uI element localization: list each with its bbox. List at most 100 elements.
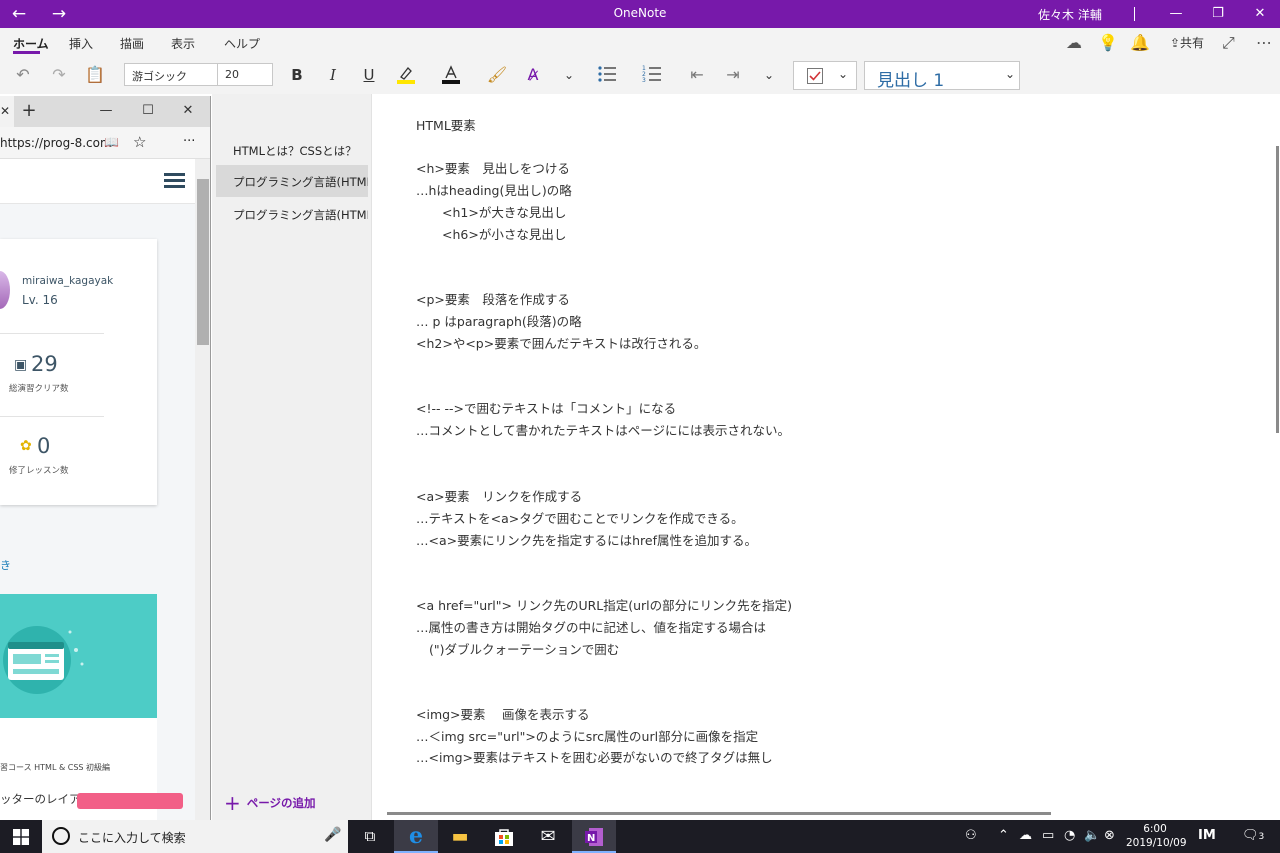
add-page-button[interactable]: + ページの追加 — [224, 788, 316, 815]
redo-icon[interactable]: ↷ — [48, 65, 70, 85]
page-item[interactable]: プログラミング言語(HTML... — [216, 198, 368, 230]
note-title[interactable]: HTML要素 — [416, 115, 476, 134]
microphone-icon[interactable]: 🎤 — [324, 827, 341, 843]
font-color-icon[interactable] — [440, 65, 462, 85]
note-line[interactable]: <p>要素 段落を作成する — [416, 289, 570, 308]
clipboard-icon[interactable]: 📋 — [84, 65, 106, 85]
font-size-field[interactable]: 20 — [218, 63, 273, 86]
onedrive-icon[interactable]: ☁ — [1019, 828, 1032, 843]
restore-button[interactable]: ❐ — [1198, 0, 1238, 28]
mail-icon[interactable]: ✉ — [526, 820, 570, 853]
format-painter-icon[interactable]: 🖌 — [486, 65, 508, 85]
taskbar: ここに入力して検索 🎤 ⧉ e ▬ ✉ N ⚇ ⌃ ☁ ▭ ◔ 🔈 ⊗ 6:00… — [0, 820, 1280, 853]
horizontal-scrollbar[interactable] — [387, 812, 1051, 815]
page-item[interactable]: HTMLとは？CSSとは？ — [216, 134, 368, 166]
note-canvas[interactable]: HTML要素 <h>要素 見出しをつける …hはheading(見出し)の略 <… — [373, 94, 1280, 820]
note-line[interactable]: <!-- -->で囲むテキストは「コメント」になる — [416, 398, 676, 417]
note-line[interactable]: <img>要素 画像を表示する — [416, 704, 590, 723]
vertical-scrollbar[interactable] — [1276, 146, 1279, 433]
restore-button[interactable]: ☐ — [136, 101, 160, 121]
clear-formatting-icon[interactable]: A̷ — [522, 65, 544, 85]
start-button[interactable] — [0, 820, 42, 853]
note-line[interactable]: …<a>要素にリンク先を指定するにはhref属性を追加する。 — [416, 530, 757, 549]
close-button[interactable]: ✕ — [176, 101, 200, 121]
close-button[interactable]: ✕ — [1240, 0, 1280, 28]
page-item-selected[interactable]: プログラミング言語(HTML... — [216, 165, 368, 197]
url-field[interactable]: https://prog-8.com — [0, 136, 112, 150]
note-line[interactable]: …コメントとして書かれたテキストはページにには表示されない。 — [416, 420, 790, 439]
course-card[interactable]: 習コース HTML & CSS 初級編 ッターのレイアウト — [0, 718, 183, 820]
italic-button[interactable]: I — [322, 65, 344, 85]
highlight-icon[interactable] — [395, 65, 417, 85]
chevron-down-icon[interactable]: ⌄ — [758, 65, 780, 85]
avatar[interactable] — [0, 271, 10, 309]
more-options-icon[interactable]: ⋯ — [1256, 33, 1272, 53]
chevron-down-icon[interactable]: ⌄ — [558, 65, 580, 85]
battery-icon[interactable]: ▭ — [1042, 828, 1054, 843]
bold-button[interactable]: B — [286, 65, 308, 85]
hamburger-menu-icon[interactable] — [164, 173, 185, 189]
note-line[interactable]: <h6>が小さな見出し — [442, 224, 566, 243]
note-line[interactable]: (")ダブルクォーテーションで囲む — [429, 639, 619, 658]
underline-button[interactable]: U — [358, 65, 380, 85]
note-line[interactable]: … p はparagraph(段落)の略 — [416, 311, 582, 330]
username[interactable]: miraiwa_kagayak — [22, 275, 113, 287]
tab-close-icon[interactable]: ✕ — [0, 96, 14, 127]
blocked-icon[interactable]: ⊗ — [1104, 828, 1115, 843]
minimize-button[interactable]: — — [94, 101, 118, 121]
course-action-button[interactable] — [77, 793, 183, 809]
file-explorer-icon[interactable]: ▬ — [438, 820, 482, 853]
fullscreen-icon[interactable]: ⤢ — [1222, 33, 1235, 53]
lightbulb-icon[interactable]: 💡 — [1098, 33, 1118, 53]
task-view-icon[interactable]: ⧉ — [348, 820, 392, 853]
numbered-list-icon[interactable]: 123 — [641, 65, 663, 85]
bullet-list-icon[interactable] — [596, 65, 618, 85]
store-icon[interactable] — [482, 820, 526, 853]
volume-icon[interactable]: 🔈 — [1084, 828, 1100, 843]
chevron-up-icon[interactable]: ⌃ — [998, 828, 1009, 843]
favorite-star-icon[interactable]: ☆ — [133, 133, 146, 151]
ime-indicator[interactable]: IM — [1198, 828, 1216, 843]
note-line[interactable]: <h2>や<p>要素で囲んだテキストは改行される。 — [416, 333, 706, 352]
decrease-indent-icon[interactable]: ⇤ — [686, 65, 708, 85]
share-button[interactable]: ⇪共有 — [1163, 33, 1211, 53]
note-line[interactable]: <h>要素 見出しをつける — [416, 158, 570, 177]
tab-insert[interactable]: 挿入 — [69, 35, 93, 52]
sync-status-icon[interactable]: ☁ — [1066, 33, 1082, 53]
note-line[interactable]: …テキストを<a>タグで囲むことでリンクを作成できる。 — [416, 508, 744, 527]
todo-tag-picker[interactable]: ⌄ — [793, 61, 857, 90]
search-input[interactable]: ここに入力して検索 🎤 — [42, 820, 348, 853]
style-picker[interactable]: 見出し 1 ⌄ — [864, 61, 1020, 91]
notification-center-button[interactable]: 🗨3 — [1242, 828, 1264, 843]
note-line[interactable]: <h1>が大きな見出し — [442, 202, 566, 221]
tab-home[interactable]: ホーム — [13, 35, 49, 52]
browser-scrollbar-thumb[interactable] — [197, 179, 209, 345]
user-name[interactable]: 佐々木 洋輔 — [1038, 6, 1102, 23]
tab-view[interactable]: 表示 — [171, 35, 195, 52]
address-bar[interactable]: https://prog-8.com 📖 ☆ ··· — [0, 127, 210, 159]
course-banner[interactable] — [0, 594, 157, 718]
clock[interactable]: 6:00 2019/10/09 — [1126, 822, 1187, 850]
minimize-button[interactable]: — — [1156, 0, 1196, 28]
note-line[interactable]: …＜img src="url">のようにsrc属性のurl部分に画像を指定 — [416, 726, 758, 745]
more-icon[interactable]: ··· — [183, 134, 195, 149]
note-line[interactable]: …属性の書き方は開始タグの中に記述し、値を指定する場合は — [416, 617, 766, 636]
note-line[interactable]: …hはheading(見出し)の略 — [416, 180, 572, 199]
note-line[interactable]: <a href="url"> リンク先のURL指定(urlの部分にリンク先を指定… — [416, 595, 792, 614]
reading-view-icon[interactable]: 📖 — [104, 135, 119, 149]
new-tab-button[interactable]: + — [17, 101, 41, 121]
wifi-icon[interactable]: ◔ — [1064, 828, 1075, 843]
onenote-icon[interactable]: N — [572, 820, 616, 853]
tab-help[interactable]: ヘルプ — [224, 35, 260, 52]
tab-draw[interactable]: 描画 — [120, 35, 144, 52]
note-line[interactable]: <a>要素 リンクを作成する — [416, 486, 582, 505]
add-page-label: ページの追加 — [246, 796, 316, 810]
bell-icon[interactable]: 🔔 — [1130, 33, 1150, 53]
note-line[interactable]: …<img>要素はテキストを囲む必要がないので終了タグは無し — [416, 747, 773, 766]
undo-icon[interactable]: ↶ — [12, 65, 34, 85]
people-icon[interactable]: ⚇ — [965, 828, 977, 843]
increase-indent-icon[interactable]: ⇥ — [722, 65, 744, 85]
edge-browser-icon[interactable]: e — [394, 820, 438, 853]
font-name-field[interactable]: 游ゴシック — [124, 63, 218, 86]
page-link[interactable]: き — [0, 557, 11, 573]
